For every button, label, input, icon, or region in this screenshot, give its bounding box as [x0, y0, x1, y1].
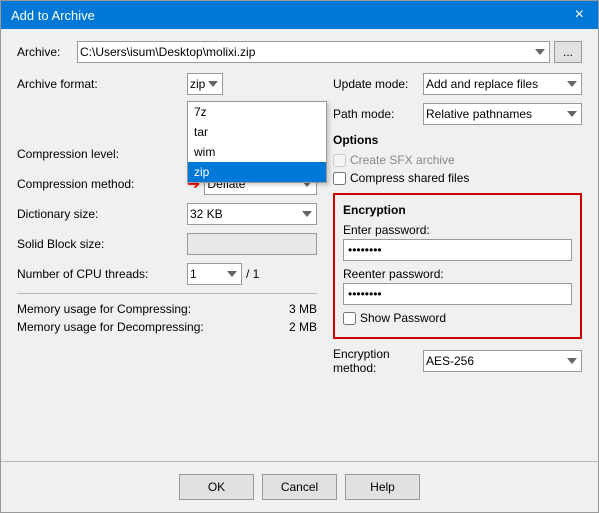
memory-compress-value: 3 MB	[289, 302, 317, 316]
help-button[interactable]: Help	[345, 474, 420, 500]
archive-format-dropdown: 7z tar wim zip	[187, 101, 327, 183]
solid-block-size-row: Solid Block size:	[17, 233, 317, 255]
archive-row: Archive: C:\Users\isum\Desktop\molixi.zi…	[17, 41, 582, 63]
memory-compress-row: Memory usage for Compressing: 3 MB	[17, 302, 317, 316]
memory-compress-label: Memory usage for Compressing:	[17, 302, 191, 316]
memory-decompress-value: 2 MB	[289, 320, 317, 334]
compression-method-label: Compression method:	[17, 177, 187, 191]
dictionary-size-select[interactable]: 32 KB	[187, 203, 317, 225]
cancel-button[interactable]: Cancel	[262, 474, 337, 500]
cpu-threads-max: / 1	[246, 267, 259, 281]
encryption-title: Encryption	[343, 203, 572, 217]
encryption-section: Encryption Enter password: Reenter passw…	[333, 193, 582, 339]
archive-path-select[interactable]: C:\Users\isum\Desktop\molixi.zip	[77, 41, 550, 63]
encryption-method-row: Encryption method: AES-256	[333, 347, 582, 375]
archive-format-row: Archive format: zip 7z tar wim zip	[17, 73, 317, 95]
archive-label: Archive:	[17, 45, 77, 59]
path-mode-label: Path mode:	[333, 107, 423, 121]
enter-password-label: Enter password:	[343, 223, 572, 237]
show-password-label: Show Password	[360, 311, 446, 325]
right-panel: Update mode: Add and replace files Path …	[333, 73, 582, 383]
update-mode-label: Update mode:	[333, 77, 423, 91]
create-sfx-label: Create SFX archive	[350, 153, 455, 167]
compression-level-label: Compression level:	[17, 147, 187, 161]
dictionary-size-row: Dictionary size: 32 KB	[17, 203, 317, 225]
dropdown-item-wim[interactable]: wim	[188, 142, 326, 162]
reenter-password-label: Reenter password:	[343, 267, 572, 281]
title-bar: Add to Archive ×	[1, 1, 598, 29]
create-sfx-row: Create SFX archive	[333, 153, 582, 167]
update-mode-row: Update mode: Add and replace files	[333, 73, 582, 95]
solid-block-size-label: Solid Block size:	[17, 237, 187, 251]
bottom-buttons: OK Cancel Help	[1, 461, 598, 512]
path-mode-select[interactable]: Relative pathnames	[423, 103, 582, 125]
dropdown-item-zip[interactable]: zip	[188, 162, 326, 182]
memory-decompress-row: Memory usage for Decompressing: 2 MB	[17, 320, 317, 334]
memory-decompress-label: Memory usage for Decompressing:	[17, 320, 204, 334]
show-password-checkbox[interactable]	[343, 312, 356, 325]
archive-format-container: zip 7z tar wim zip	[187, 73, 317, 95]
enter-password-input[interactable]	[343, 239, 572, 261]
dialog-title: Add to Archive	[11, 8, 95, 23]
compress-shared-checkbox[interactable]	[333, 172, 346, 185]
archive-path-container: C:\Users\isum\Desktop\molixi.zip ...	[77, 41, 582, 63]
archive-format-select[interactable]: zip	[187, 73, 223, 95]
cpu-threads-label: Number of CPU threads:	[17, 267, 187, 281]
dropdown-item-7z[interactable]: 7z	[188, 102, 326, 122]
show-password-row: Show Password	[343, 311, 572, 325]
options-title: Options	[333, 133, 582, 147]
left-panel: Archive format: zip 7z tar wim zip	[17, 73, 317, 383]
add-to-archive-dialog: Add to Archive × Archive: C:\Users\isum\…	[0, 0, 599, 513]
create-sfx-checkbox[interactable]	[333, 154, 346, 167]
encryption-method-select[interactable]: AES-256	[423, 350, 582, 372]
options-section: Options Create SFX archive Compress shar…	[333, 133, 582, 185]
cpu-threads-select[interactable]: 1	[187, 263, 242, 285]
cpu-threads-row: Number of CPU threads: 1 / 1	[17, 263, 317, 285]
dialog-content: Archive: C:\Users\isum\Desktop\molixi.zi…	[1, 29, 598, 461]
solid-block-size-select[interactable]	[187, 233, 317, 255]
reenter-password-input[interactable]	[343, 283, 572, 305]
dictionary-size-label: Dictionary size:	[17, 207, 187, 221]
update-mode-select[interactable]: Add and replace files	[423, 73, 582, 95]
archive-format-label: Archive format:	[17, 77, 187, 91]
dropdown-item-tar[interactable]: tar	[188, 122, 326, 142]
main-area: Archive format: zip 7z tar wim zip	[17, 73, 582, 383]
browse-button[interactable]: ...	[554, 41, 582, 63]
compress-shared-row: Compress shared files	[333, 171, 582, 185]
encryption-method-label: Encryption method:	[333, 347, 423, 375]
path-mode-row: Path mode: Relative pathnames	[333, 103, 582, 125]
compress-shared-label: Compress shared files	[350, 171, 469, 185]
ok-button[interactable]: OK	[179, 474, 254, 500]
close-button[interactable]: ×	[571, 7, 588, 23]
